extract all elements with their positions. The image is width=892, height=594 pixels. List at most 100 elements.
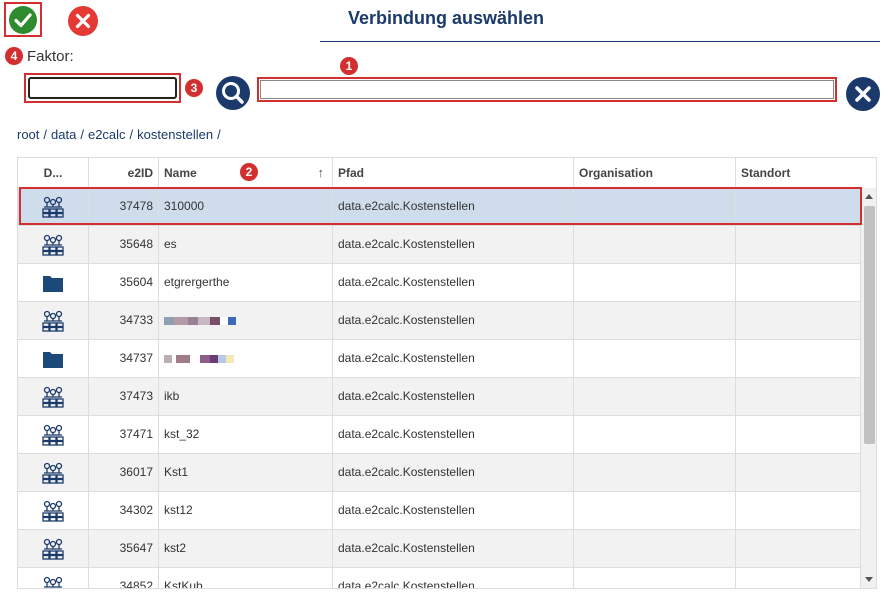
cell-path: data.e2calc.Kostenstellen: [333, 454, 574, 491]
cell-standort: [736, 378, 861, 415]
cell-e2id: 37471: [89, 416, 159, 453]
cell-name: [159, 302, 333, 339]
cell-e2id: 36017: [89, 454, 159, 491]
cell-standort: [736, 264, 861, 301]
cell-name-text: es: [164, 237, 177, 251]
table-row[interactable]: 34852 KstKub data.e2calc.Kostenstellen: [18, 568, 861, 589]
cell-organisation: [574, 568, 736, 588]
cell-path: data.e2calc.Kostenstellen: [333, 416, 574, 453]
hierarchy-icon: [18, 302, 89, 339]
table-row[interactable]: 37473 ikb data.e2calc.Kostenstellen: [18, 378, 861, 416]
cell-name-text: kst12: [164, 503, 193, 517]
breadcrumb-e2calc[interactable]: e2calc: [88, 127, 126, 142]
column-header-organisation[interactable]: Organisation: [574, 158, 736, 188]
cell-e2id: 37478: [89, 188, 159, 225]
cell-name-text: KstKub: [164, 579, 203, 589]
cell-path: data.e2calc.Kostenstellen: [333, 568, 574, 588]
title-divider: [320, 41, 880, 42]
table-row[interactable]: 35648 es data.e2calc.Kostenstellen: [18, 226, 861, 264]
cell-name: [159, 340, 333, 377]
table-row[interactable]: 35647 kst2 data.e2calc.Kostenstellen: [18, 530, 861, 568]
cell-organisation: [574, 454, 736, 491]
cell-path: data.e2calc.Kostenstellen: [333, 378, 574, 415]
dialog-title: Verbindung auswählen: [347, 8, 545, 28]
cell-name-text: etgrergerthe: [164, 275, 230, 289]
folder-icon: [18, 340, 89, 377]
table-row[interactable]: 36017 Kst1 data.e2calc.Kostenstellen: [18, 454, 861, 492]
factor-input[interactable]: [28, 77, 177, 99]
hierarchy-icon: [18, 226, 89, 263]
cell-e2id: 35604: [89, 264, 159, 301]
clear-search-button[interactable]: [846, 77, 880, 111]
cell-standort: [736, 188, 861, 225]
cell-e2id: 34737: [89, 340, 159, 377]
cell-standort: [736, 492, 861, 529]
callout-badge-4: 4: [5, 47, 23, 65]
hierarchy-icon: [18, 378, 89, 415]
table-row[interactable]: 34733 data.e2calc.Kostenstellen: [18, 302, 861, 340]
cell-name-text: 310000: [164, 199, 205, 213]
breadcrumb: root / data / e2calc / kostenstellen /: [17, 118, 877, 150]
cell-path: data.e2calc.Kostenstellen: [333, 302, 574, 339]
cell-organisation: [574, 188, 736, 225]
table-row[interactable]: 37471 kst_32 data.e2calc.Kostenstellen: [18, 416, 861, 454]
cell-path: data.e2calc.Kostenstellen: [333, 188, 574, 225]
search-input[interactable]: [260, 80, 834, 99]
column-header-e2id[interactable]: e2ID: [89, 158, 159, 188]
hierarchy-icon: [18, 188, 89, 225]
cell-standort: [736, 416, 861, 453]
magnifier-icon: [222, 82, 244, 104]
cell-standort: [736, 226, 861, 263]
cell-organisation: [574, 302, 736, 339]
cell-standort: [736, 568, 861, 588]
cell-organisation: [574, 378, 736, 415]
cell-name: 310000: [159, 188, 333, 225]
column-header-name-label: Name: [164, 166, 197, 180]
breadcrumb-kostenstellen[interactable]: kostenstellen: [137, 127, 213, 142]
cell-e2id: 35647: [89, 530, 159, 567]
cell-name-text: Kst1: [164, 465, 189, 479]
scroll-down-icon[interactable]: [865, 577, 873, 582]
column-header-standort[interactable]: Standort: [736, 158, 876, 188]
scrollbar-thumb[interactable]: [864, 206, 875, 444]
cell-name-text: kst_32: [164, 427, 200, 441]
cell-path: data.e2calc.Kostenstellen: [333, 340, 574, 377]
cell-name: kst2: [159, 530, 333, 567]
cell-name: Kst1: [159, 454, 333, 491]
scroll-up-icon[interactable]: [865, 194, 873, 199]
search-button[interactable]: [216, 76, 250, 110]
table-row[interactable]: 34737 data.e2calc.Kostenstellen: [18, 340, 861, 378]
folder-icon: [18, 264, 89, 301]
cell-path: data.e2calc.Kostenstellen: [333, 226, 574, 263]
breadcrumb-data[interactable]: data: [51, 127, 76, 142]
callout-badge-3: 3: [185, 79, 203, 97]
cell-organisation: [574, 530, 736, 567]
table-row[interactable]: 37478 310000 data.e2calc.Kostenstellen: [18, 188, 861, 226]
sort-ascending-icon: ↑: [317, 165, 325, 180]
connection-grid: D... e2ID Name ↑ Pfad Organisation Stand…: [17, 157, 877, 589]
table-row[interactable]: 34302 kst12 data.e2calc.Kostenstellen: [18, 492, 861, 530]
vertical-scrollbar[interactable]: [861, 188, 876, 588]
table-row[interactable]: 35604 etgrergerthe data.e2calc.Kostenstell…: [18, 264, 861, 302]
cell-name-text: ikb: [164, 389, 180, 403]
cell-name-text: kst2: [164, 541, 187, 555]
breadcrumb-root[interactable]: root: [17, 127, 39, 142]
cell-organisation: [574, 340, 736, 377]
cell-organisation: [574, 492, 736, 529]
grid-header: D... e2ID Name ↑ Pfad Organisation Stand…: [18, 158, 876, 189]
cell-standort: [736, 340, 861, 377]
cell-e2id: 34852: [89, 568, 159, 588]
cell-e2id: 35648: [89, 226, 159, 263]
cell-name: es: [159, 226, 333, 263]
cell-e2id: 34302: [89, 492, 159, 529]
cell-name: kst12: [159, 492, 333, 529]
cell-standort: [736, 302, 861, 339]
hierarchy-icon: [18, 492, 89, 529]
cell-standort: [736, 530, 861, 567]
cell-path: data.e2calc.Kostenstellen: [333, 530, 574, 567]
column-header-type[interactable]: D...: [18, 158, 89, 188]
cell-e2id: 34733: [89, 302, 159, 339]
cell-name: ikb: [159, 378, 333, 415]
cell-name: etgrergerthe: [159, 264, 333, 301]
column-header-path[interactable]: Pfad: [333, 158, 574, 188]
